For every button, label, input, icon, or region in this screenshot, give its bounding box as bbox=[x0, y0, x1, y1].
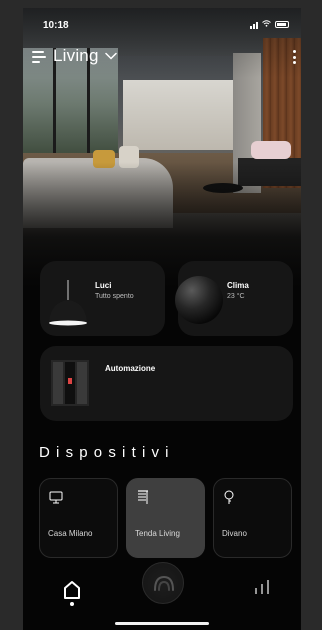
blinds-icon bbox=[138, 490, 148, 504]
menu-icon[interactable] bbox=[32, 51, 46, 63]
lights-title: Luci bbox=[95, 281, 112, 290]
status-icons bbox=[250, 20, 289, 29]
lightbulb-icon bbox=[224, 490, 234, 504]
battery-icon bbox=[275, 21, 289, 28]
home-indicator bbox=[115, 622, 209, 625]
climate-title: Clima bbox=[227, 281, 249, 290]
active-indicator-dot bbox=[70, 602, 74, 606]
room-title: Living bbox=[53, 46, 99, 65]
automation-title: Automazione bbox=[105, 364, 156, 373]
device-card-tenda-living[interactable]: Tenda Living bbox=[126, 478, 205, 558]
status-time: 10:18 bbox=[43, 20, 69, 31]
devices-section-title: Dispositivi bbox=[39, 444, 175, 461]
signal-icon bbox=[250, 21, 258, 29]
stats-icon[interactable] bbox=[251, 578, 273, 596]
wifi-icon bbox=[262, 20, 271, 29]
status-bar: 10:18 bbox=[23, 8, 301, 38]
more-options-icon[interactable] bbox=[291, 50, 297, 64]
chevron-down-icon bbox=[104, 52, 117, 60]
device-card-divano[interactable]: Divano bbox=[213, 478, 292, 558]
center-control-icon[interactable] bbox=[142, 562, 184, 604]
device-card-casa-milano[interactable]: Casa Milano bbox=[39, 478, 118, 558]
window-blinds-icon bbox=[51, 360, 89, 406]
phone-screen: 10:18 Living Luci Tutto spento Clima 23 … bbox=[23, 8, 301, 630]
pendant-lamp-icon bbox=[49, 280, 87, 326]
bottom-navigation bbox=[23, 560, 301, 630]
room-selector[interactable]: Living bbox=[53, 46, 117, 66]
device-label: Tenda Living bbox=[135, 529, 180, 538]
device-label: Casa Milano bbox=[48, 529, 93, 538]
monitor-icon bbox=[49, 491, 63, 504]
climate-sphere-icon bbox=[175, 276, 223, 324]
climate-status: 23 °C bbox=[227, 293, 245, 300]
device-label: Divano bbox=[222, 529, 247, 538]
lights-status: Tutto spento bbox=[95, 293, 134, 300]
